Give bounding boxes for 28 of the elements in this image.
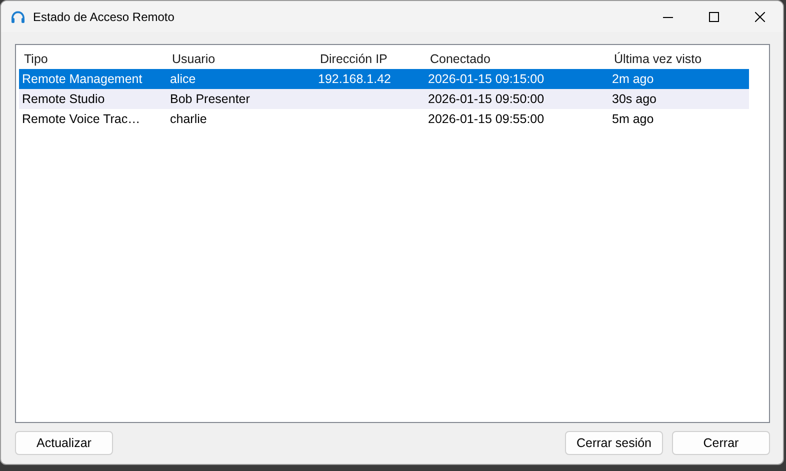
table-row[interactable]: Remote Studio Bob Presenter 2026-01-15 09:50:00 30s ago [19, 89, 749, 109]
table-cell-text: charlie [169, 111, 208, 128]
table-row[interactable]: Remote Voice Trac… charlie 2026-01-15 09:55:00 5m ago [19, 109, 749, 129]
headphones-icon [10, 8, 26, 24]
logout-button[interactable]: Cerrar sesión [565, 431, 663, 455]
table-cell-text: 192.168.1.42 [317, 71, 392, 88]
window-title: Estado de Acceso Remoto [33, 10, 176, 24]
table-cell-text: Remote Voice Trac… [21, 111, 142, 128]
table-cell-text: 2026-01-15 09:55:00 [427, 111, 546, 128]
table-cell-text: 2026-01-15 09:15:00 [427, 71, 546, 88]
column-header[interactable]: Dirección IP [315, 48, 425, 69]
table-cell-text: 2026-01-15 09:50:00 [427, 91, 546, 108]
table-cell-text: alice [169, 71, 197, 88]
maximize-icon[interactable] [709, 12, 719, 22]
refresh-button[interactable]: Actualizar [15, 431, 113, 455]
table-cell-text: Remote Management [21, 71, 144, 88]
column-header[interactable]: Tipo [19, 48, 167, 69]
column-header[interactable]: Última vez visto [609, 48, 749, 69]
table-cell-text: Remote Studio [21, 91, 106, 108]
table-cell-text: 30s ago [611, 91, 658, 108]
table-cell-text: 2m ago [611, 71, 655, 88]
table-cell-text: Bob Presenter [169, 91, 251, 108]
column-header[interactable]: Usuario [167, 48, 315, 69]
column-header[interactable]: Conectado [425, 48, 609, 69]
table-row[interactable]: Remote Management alice 192.168.1.42 2026-01-15 09:15:00 2m ago [19, 69, 749, 89]
close-dialog-button[interactable]: Cerrar [672, 431, 770, 455]
table-cell-text: 5m ago [611, 111, 655, 128]
close-icon[interactable] [755, 12, 765, 22]
